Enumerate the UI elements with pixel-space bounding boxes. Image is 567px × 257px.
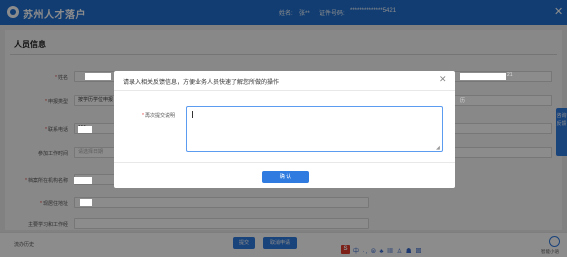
resize-grip-icon[interactable]: ◢ [436,145,440,151]
modal-divider-bottom [114,162,455,163]
modal-close-icon[interactable]: ✕ [439,74,447,85]
org-redaction [74,177,92,184]
resubmit-textarea[interactable] [186,106,443,152]
text-caret [192,111,193,118]
phone-redaction [78,126,92,133]
id-redaction [460,73,506,80]
id-fragment: 21 [507,72,513,78]
right-select-fragment: 历 [460,98,466,104]
name-redaction [85,73,111,80]
address-redaction [80,199,92,206]
modal-title: 请录入相关反馈信息，方便业务人员快速了解您所做的操作 [123,80,280,86]
resubmit-label: *再次提交说明 [142,113,175,119]
confirm-button[interactable]: 确 认 [262,171,309,183]
feedback-modal: 请录入相关反馈信息，方便业务人员快速了解您所做的操作 ✕ *再次提交说明 ◢ 确… [114,71,455,188]
modal-divider-top [114,90,455,91]
